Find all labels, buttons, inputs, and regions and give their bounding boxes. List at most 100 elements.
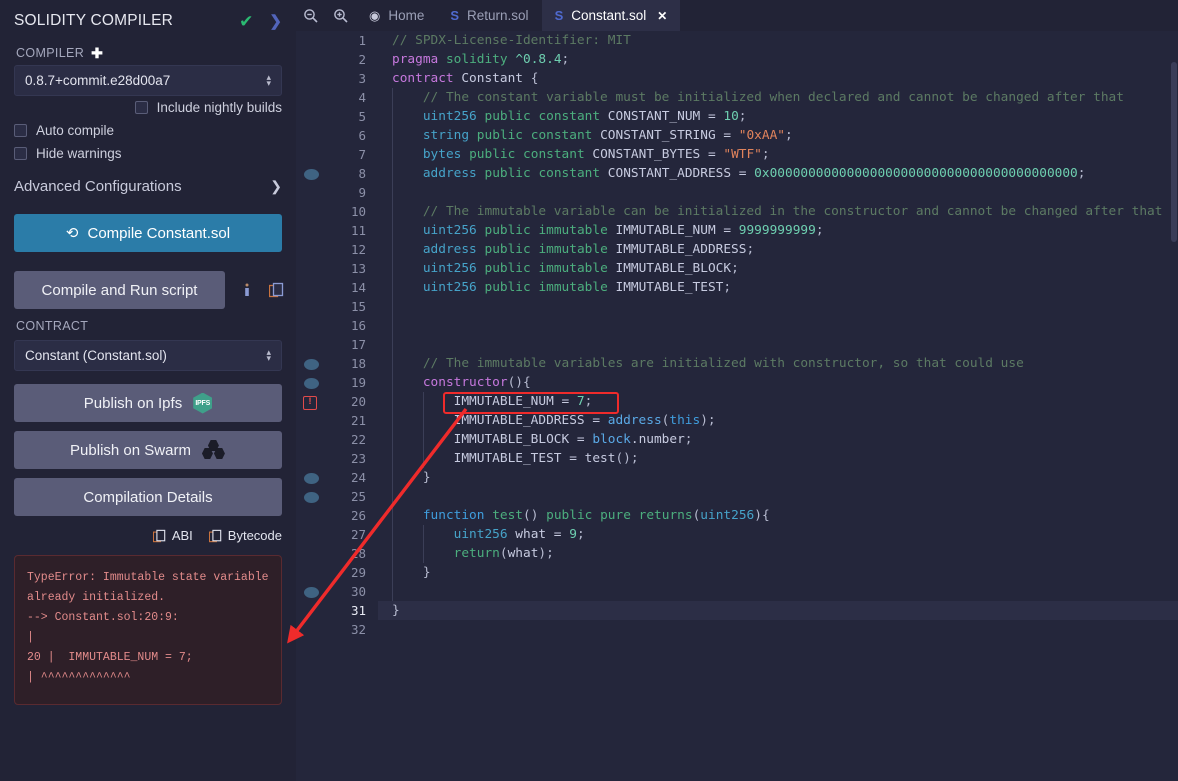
code-token: uint256 — [423, 280, 477, 295]
code-line[interactable]: // SPDX-License-Identifier: MIT — [378, 31, 1178, 50]
code-line[interactable]: IMMUTABLE_NUM = 7; — [378, 392, 1178, 411]
breakpoint-marker[interactable] — [304, 473, 319, 484]
contract-select-value: Constant (Constant.sol) — [25, 348, 266, 363]
nightly-builds-row[interactable]: Include nightly builds — [0, 96, 296, 119]
code-line[interactable]: uint256 public immutable IMMUTABLE_NUM =… — [378, 221, 1178, 240]
breakpoint-marker[interactable] — [304, 587, 319, 598]
copy-abi-button[interactable]: ABI — [153, 528, 193, 543]
indent-guide — [392, 411, 393, 430]
contract-select[interactable]: Constant (Constant.sol) ▴▾ — [14, 340, 282, 371]
source-code[interactable]: // SPDX-License-Identifier: MITpragma so… — [378, 31, 1178, 781]
line-number: 30 — [326, 582, 366, 601]
indent-guide — [392, 582, 393, 601]
hide-warnings-row[interactable]: Hide warnings — [0, 142, 296, 165]
code-token: constant — [538, 166, 600, 181]
code-line[interactable]: } — [378, 601, 1178, 620]
code-line[interactable]: pragma solidity ^0.8.4; — [378, 50, 1178, 69]
code-line[interactable]: // The immutable variable can be initial… — [378, 202, 1178, 221]
zoom-in-icon[interactable] — [326, 0, 356, 31]
line-number: 11 — [326, 221, 366, 240]
code-line[interactable]: IMMUTABLE_TEST = test(); — [378, 449, 1178, 468]
code-line[interactable]: constructor(){ — [378, 373, 1178, 392]
code-token: } — [423, 565, 431, 580]
indent-guide — [392, 164, 393, 183]
compile-and-run-script-button[interactable]: Compile and Run script — [14, 271, 225, 309]
tab-constant-sol[interactable]: SConstant.sol✕ — [542, 0, 681, 31]
auto-compile-row[interactable]: Auto compile — [0, 119, 296, 142]
advanced-configurations-toggle[interactable]: Advanced Configurations ❯ — [0, 165, 296, 208]
breakpoint-marker[interactable] — [304, 169, 319, 180]
hide-warnings-checkbox[interactable] — [14, 147, 27, 160]
code-token: ){ — [754, 508, 769, 523]
code-token — [469, 128, 477, 143]
code-line[interactable]: address public constant CONSTANT_ADDRESS… — [378, 164, 1178, 183]
compiler-version-select[interactable]: 0.8.7+commit.e28d00a7 ▴▾ — [14, 65, 282, 96]
code-line[interactable]: // The constant variable must be initial… — [378, 88, 1178, 107]
code-token: "0xAA" — [739, 128, 785, 143]
code-line[interactable]: function test() public pure returns(uint… — [378, 506, 1178, 525]
tab-return-sol[interactable]: SReturn.sol — [437, 0, 541, 31]
nightly-builds-label: Include nightly builds — [157, 100, 282, 115]
code-line[interactable] — [378, 335, 1178, 354]
code-line[interactable]: IMMUTABLE_ADDRESS = address(this); — [378, 411, 1178, 430]
code-line[interactable]: bytes public constant CONSTANT_BYTES = "… — [378, 145, 1178, 164]
code-line[interactable] — [378, 183, 1178, 202]
swarm-icon — [202, 440, 226, 460]
code-token: constant — [531, 128, 593, 143]
select-spinner-icon: ▴▾ — [266, 75, 271, 86]
code-token: ; — [785, 128, 793, 143]
compiler-error-message[interactable]: TypeError: Immutable state variable alre… — [14, 555, 282, 705]
remix-ide-window: SOLIDITY COMPILER ✔ ❯ COMPILER ✚ 0.8.7+c… — [0, 0, 1178, 781]
breakpoint-marker[interactable] — [304, 359, 319, 370]
code-line[interactable]: IMMUTABLE_BLOCK = block.number; — [378, 430, 1178, 449]
code-line[interactable]: uint256 public immutable IMMUTABLE_TEST; — [378, 278, 1178, 297]
code-line[interactable] — [378, 620, 1178, 639]
copy-icon[interactable] — [269, 282, 284, 298]
code-token: function — [423, 508, 485, 523]
code-line[interactable] — [378, 297, 1178, 316]
code-line[interactable] — [378, 316, 1178, 335]
publish-on-ipfs-label: Publish on Ipfs — [84, 395, 182, 412]
indent-guide — [423, 411, 424, 430]
compilation-details-button[interactable]: Compilation Details — [14, 478, 282, 516]
auto-compile-checkbox[interactable] — [14, 124, 27, 137]
line-number: 12 — [326, 240, 366, 259]
copy-bytecode-button[interactable]: Bytecode — [209, 528, 282, 543]
code-token: 9 — [569, 527, 577, 542]
code-token — [392, 375, 423, 390]
publish-on-ipfs-button[interactable]: Publish on Ipfs IPFS — [14, 384, 282, 422]
code-viewport[interactable]: ! 12345678910111213141516171819202122232… — [296, 31, 1178, 781]
code-line[interactable]: } — [378, 468, 1178, 487]
code-line[interactable]: // The immutable variables are initializ… — [378, 354, 1178, 373]
line-number: 25 — [326, 487, 366, 506]
code-line[interactable]: uint256 what = 9; — [378, 525, 1178, 544]
indent-guide — [392, 145, 393, 164]
editor-gutter-markers[interactable]: ! — [296, 31, 326, 781]
code-line[interactable]: string public constant CONSTANT_STRING =… — [378, 126, 1178, 145]
code-line[interactable]: address public immutable IMMUTABLE_ADDRE… — [378, 240, 1178, 259]
code-line[interactable]: } — [378, 563, 1178, 582]
breakpoint-marker[interactable] — [304, 492, 319, 503]
breakpoint-marker[interactable] — [304, 378, 319, 389]
code-token: } — [423, 470, 431, 485]
error-marker[interactable]: ! — [303, 396, 317, 410]
chevron-right-icon[interactable]: ❯ — [269, 14, 282, 29]
code-line[interactable]: contract Constant { — [378, 69, 1178, 88]
publish-on-swarm-label: Publish on Swarm — [70, 442, 191, 459]
compile-button[interactable]: ⟳ Compile Constant.sol — [14, 214, 282, 252]
code-line[interactable]: uint256 public constant CONSTANT_NUM = 1… — [378, 107, 1178, 126]
code-token: CONSTANT_BYTES = — [585, 147, 724, 162]
info-icon[interactable] — [240, 282, 254, 298]
publish-on-swarm-button[interactable]: Publish on Swarm — [14, 431, 282, 469]
zoom-out-icon[interactable] — [296, 0, 326, 31]
code-line[interactable] — [378, 582, 1178, 601]
tab-home[interactable]: ◉Home — [356, 0, 437, 31]
code-token: public — [484, 280, 530, 295]
vertical-scrollbar[interactable] — [1171, 62, 1177, 242]
code-line[interactable] — [378, 487, 1178, 506]
add-compiler-plus-icon[interactable]: ✚ — [91, 46, 103, 60]
code-line[interactable]: return(what); — [378, 544, 1178, 563]
nightly-builds-checkbox[interactable] — [135, 101, 148, 114]
close-icon[interactable]: ✕ — [657, 9, 667, 23]
code-line[interactable]: uint256 public immutable IMMUTABLE_BLOCK… — [378, 259, 1178, 278]
